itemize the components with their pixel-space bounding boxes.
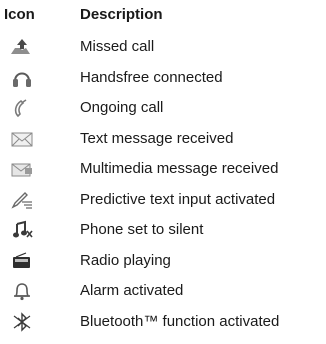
header-icon-label: Icon (4, 6, 35, 23)
table-row: Alarm activated (4, 276, 324, 307)
table-row: Handsfree connected (4, 63, 324, 94)
table-row: Ongoing call (4, 93, 324, 124)
table-row: Multimedia message received (4, 154, 324, 185)
table-row: Phone set to silent (4, 215, 324, 246)
header-description-label: Description (80, 6, 163, 23)
table-row: Predictive text input activated (4, 185, 324, 216)
row-description: Phone set to silent (80, 221, 204, 238)
bell-icon (10, 281, 34, 301)
pen-icon (10, 190, 34, 210)
table-header: Icon Description (4, 6, 324, 28)
row-description: Radio playing (80, 251, 171, 269)
bluetooth-icon (10, 311, 34, 332)
row-description: Alarm activated (80, 282, 184, 299)
silent-note-icon (10, 220, 34, 240)
envelope-icon (10, 129, 34, 149)
icon-table: Missed call Handsfree connected Ongoing … (4, 32, 324, 337)
row-description: Bluetooth™ function activated (80, 312, 280, 330)
headphones-icon (10, 68, 34, 88)
radio-icon (10, 251, 34, 271)
table-row: Radio playing (4, 246, 324, 277)
row-description: Handsfree connected (80, 68, 223, 86)
row-description: Multimedia message received (80, 160, 279, 177)
table-row: Bluetooth™ function activated (4, 307, 324, 338)
mms-envelope-icon (10, 159, 34, 179)
row-description: Ongoing call (80, 99, 164, 116)
table-row: Missed call (4, 32, 324, 63)
row-description: Missed call (80, 38, 155, 55)
row-description: Text message received (80, 129, 234, 147)
missed-call-icon (10, 37, 34, 57)
row-description: Predictive text input activated (80, 190, 276, 208)
table-row: Text message received (4, 124, 324, 155)
phone-handset-icon (10, 98, 34, 118)
